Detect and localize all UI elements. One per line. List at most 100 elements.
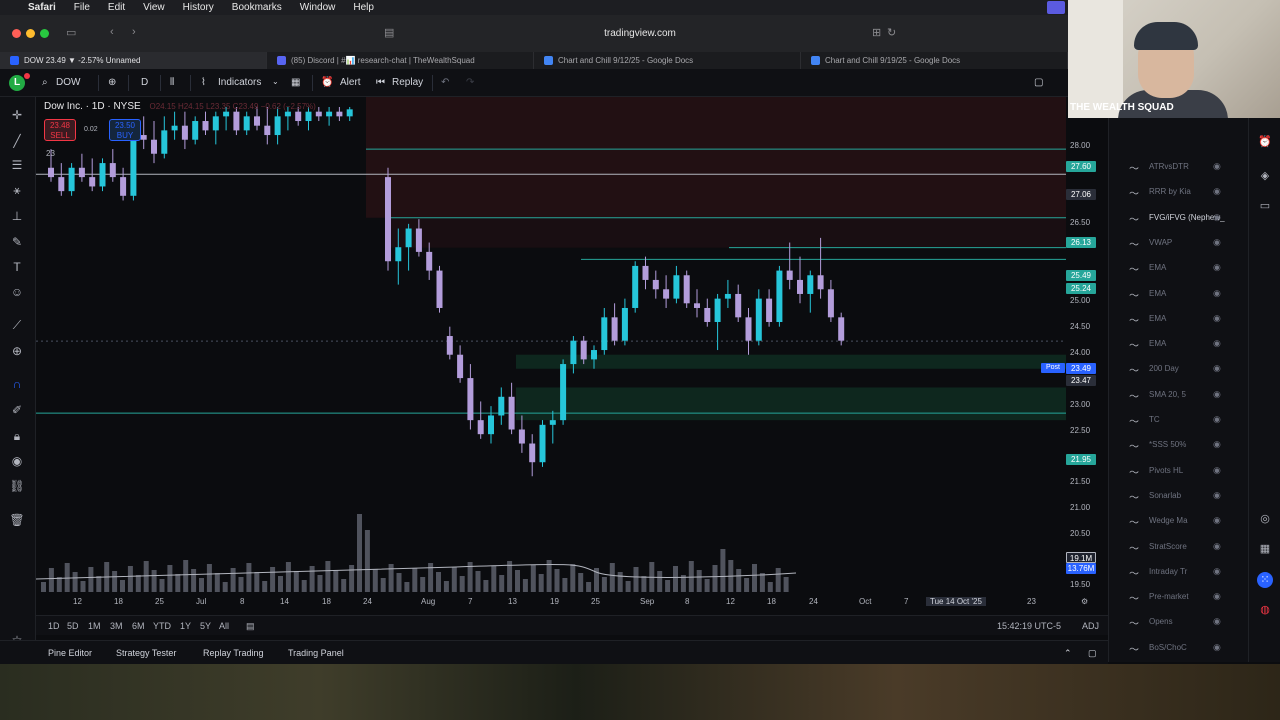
object-tree-item[interactable]: 〜 StratScore ◉: [1109, 536, 1249, 561]
visibility-icon[interactable]: ◉: [1213, 186, 1221, 197]
sidebar-icon[interactable]: ▭: [66, 26, 76, 39]
visibility-icon[interactable]: ◉: [1213, 490, 1221, 501]
trash-icon[interactable]: 🗑︎: [8, 512, 26, 528]
notifications-icon[interactable]: ◍: [1257, 602, 1273, 618]
replay-button[interactable]: Replay: [392, 77, 423, 88]
replay-icon[interactable]: ⏮: [376, 77, 385, 88]
undo-icon[interactable]: ↶: [441, 77, 449, 88]
alert-button[interactable]: Alert: [340, 77, 361, 88]
price-chart[interactable]: [36, 97, 1066, 615]
chevron-down-icon[interactable]: ⌄: [272, 77, 279, 86]
range-all[interactable]: All: [219, 621, 229, 631]
visibility-icon[interactable]: ◉: [1213, 389, 1221, 400]
object-tree-item[interactable]: 〜 Wedge Ma ◉: [1109, 510, 1249, 535]
visibility-icon[interactable]: ◉: [1213, 439, 1221, 450]
object-tree-item[interactable]: 〜 Sonarlab ◉: [1109, 485, 1249, 510]
object-tree-item[interactable]: 〜 Intraday Tr ◉: [1109, 561, 1249, 586]
forecast-icon[interactable]: ⊥: [8, 208, 26, 224]
range-1m[interactable]: 1M: [88, 621, 101, 631]
brush-icon[interactable]: ✎: [8, 234, 26, 250]
back-icon[interactable]: ‹: [110, 26, 114, 38]
crosshair-icon[interactable]: ✛: [8, 107, 26, 123]
menu-history[interactable]: History: [183, 2, 214, 13]
visibility-icon[interactable]: ◉: [1213, 566, 1221, 577]
status-badge[interactable]: [1047, 1, 1065, 14]
range-1d[interactable]: 1D: [48, 621, 60, 631]
visibility-icon[interactable]: ◉: [1213, 288, 1221, 299]
object-tree-item[interactable]: 〜 VWAP ◉: [1109, 232, 1249, 257]
visibility-icon[interactable]: ◉: [1213, 262, 1221, 273]
chat-icon[interactable]: ▭: [1257, 198, 1273, 214]
visibility-icon[interactable]: ◉: [1213, 313, 1221, 324]
tab-tradingview[interactable]: DOW 23.49 ▼ -2.57% Unnamed: [0, 52, 267, 69]
time-axis[interactable]: 12 18 25 Jul 8 14 18 24 Aug 7 13 19 25 S…: [36, 595, 1108, 610]
menu-help[interactable]: Help: [353, 2, 374, 13]
object-tree-item[interactable]: 〜 EMA ◉: [1109, 333, 1249, 358]
object-tree-item[interactable]: 〜 EMA ◉: [1109, 308, 1249, 333]
menu-app[interactable]: Safari: [28, 2, 56, 13]
visibility-icon[interactable]: ◉: [1213, 363, 1221, 374]
reload-icon[interactable]: ↻: [887, 26, 896, 39]
link-icon[interactable]: ⛓: [8, 478, 26, 494]
compare-icon[interactable]: ⊕: [108, 77, 116, 88]
minimize-window-button[interactable]: [26, 29, 35, 38]
interval-button[interactable]: D: [141, 77, 148, 88]
translate-icon[interactable]: ⊞: [872, 26, 881, 39]
buy-button[interactable]: 23.50 BUY: [109, 119, 141, 141]
menu-bookmarks[interactable]: Bookmarks: [232, 2, 282, 13]
visibility-icon[interactable]: ◉: [1213, 161, 1221, 172]
tab-strategy-tester[interactable]: Strategy Tester: [116, 648, 176, 658]
visibility-icon[interactable]: ◉: [1213, 414, 1221, 425]
zoom-window-button[interactable]: [40, 29, 49, 38]
object-tree-item[interactable]: 〜 *SSS 50% ◉: [1109, 434, 1249, 459]
tab-discord[interactable]: (85) Discord | #📊 research-chat | TheWea…: [267, 52, 534, 69]
range-6m[interactable]: 6M: [132, 621, 145, 631]
fib-icon[interactable]: ☰: [8, 157, 26, 173]
range-5y[interactable]: 5Y: [200, 621, 211, 631]
range-ytd[interactable]: YTD: [153, 621, 171, 631]
object-tree-item[interactable]: 〜 BoS/ChoC ◉: [1109, 637, 1249, 662]
collapse-icon[interactable]: ⌃: [1064, 648, 1072, 659]
visibility-icon[interactable]: ◉: [1213, 515, 1221, 526]
object-tree-item[interactable]: 〜 RRR by Kia ◉: [1109, 181, 1249, 206]
text-icon[interactable]: T: [8, 259, 26, 275]
visibility-icon[interactable]: ◉: [1213, 616, 1221, 627]
object-tree-icon[interactable]: ◈: [1257, 168, 1273, 184]
address-bar[interactable]: tradingview.com: [380, 23, 900, 44]
calendar-icon[interactable]: ▦: [1257, 541, 1273, 557]
chart-type-icon[interactable]: ⫴: [170, 77, 174, 88]
tab-pine-editor[interactable]: Pine Editor: [48, 648, 92, 658]
apps-icon[interactable]: ⁙: [1257, 572, 1273, 588]
object-tree-item[interactable]: 〜 TC ◉: [1109, 409, 1249, 434]
range-3m[interactable]: 3M: [110, 621, 123, 631]
stay-drawing-icon[interactable]: ✐: [8, 402, 26, 418]
trend-line-icon[interactable]: ╱: [8, 133, 26, 149]
layout-icon[interactable]: ▢: [1034, 77, 1043, 88]
symbol-title[interactable]: Dow Inc. · 1D · NYSE: [44, 101, 141, 112]
alert-icon[interactable]: ⏰: [321, 77, 333, 88]
object-tree-item[interactable]: 〜 EMA ◉: [1109, 283, 1249, 308]
object-tree-item[interactable]: 〜 SMA 20, 5 ◉: [1109, 384, 1249, 409]
target-icon[interactable]: ◎: [1257, 511, 1273, 527]
visibility-icon[interactable]: ◉: [1213, 237, 1221, 248]
object-tree-item[interactable]: 〜 200 Day ◉: [1109, 358, 1249, 383]
menu-window[interactable]: Window: [300, 2, 336, 13]
visibility-icon[interactable]: ◉: [1213, 465, 1221, 476]
redo-icon[interactable]: ↷: [466, 77, 474, 88]
close-window-button[interactable]: [12, 29, 21, 38]
visibility-icon[interactable]: ◉: [1213, 642, 1221, 653]
price-scale[interactable]: 28.00 26.50 25.00 24.50 24.00 23.00 22.5…: [1066, 97, 1108, 615]
tab-docs-0919[interactable]: Chart and Chill 9/19/25 - Google Docs: [801, 52, 1068, 69]
tab-replay-trading[interactable]: Replay Trading: [203, 648, 264, 658]
object-tree-item[interactable]: 〜 ATRvsDTR ◉: [1109, 156, 1249, 181]
object-tree-item[interactable]: 〜 Pre-market ◉: [1109, 586, 1249, 611]
menu-edit[interactable]: Edit: [108, 2, 125, 13]
symbol-search[interactable]: DOW: [56, 77, 80, 88]
eye-icon[interactable]: ◉: [8, 453, 26, 469]
alerts-icon[interactable]: ⏰: [1257, 134, 1273, 150]
adj-toggle[interactable]: ADJ: [1082, 621, 1099, 631]
chart-pane[interactable]: Dow Inc. · 1D · NYSE O24.15 H24.15 L23.3…: [36, 97, 1066, 615]
templates-icon[interactable]: ▦: [291, 77, 300, 88]
zoom-icon[interactable]: ⊕: [8, 343, 26, 359]
avatar[interactable]: L: [9, 75, 25, 91]
